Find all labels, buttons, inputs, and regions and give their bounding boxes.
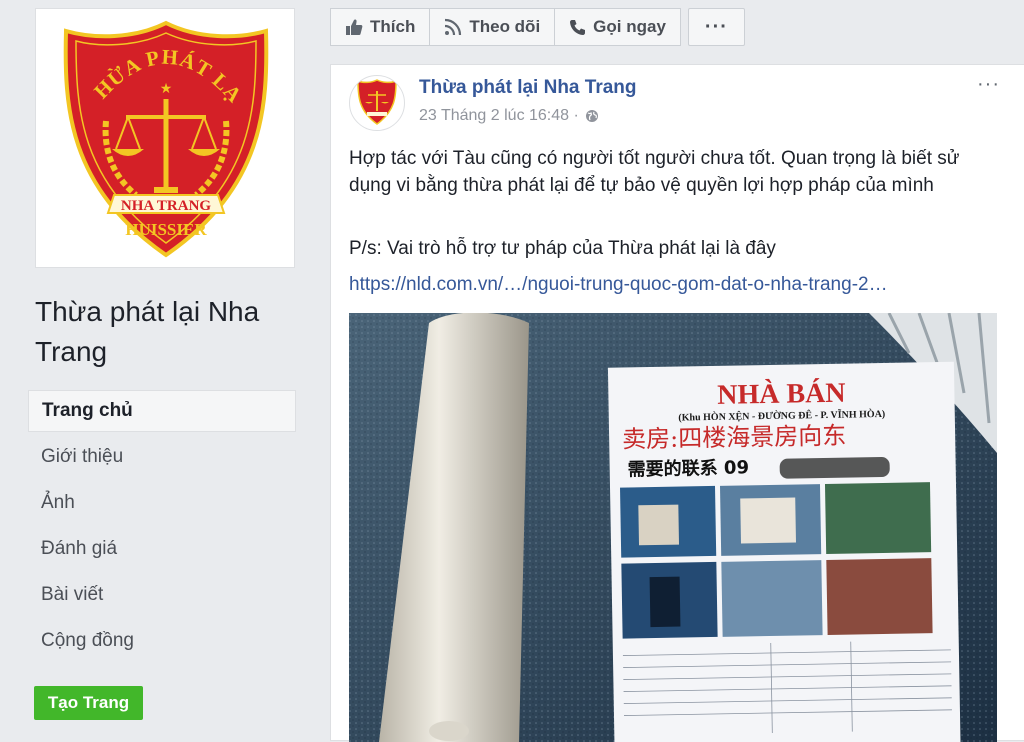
page-title[interactable]: Thừa phát lại Nha Trang [35, 292, 295, 372]
follow-label: Theo dõi [469, 17, 541, 36]
page-profile-picture[interactable]: THỪA PHÁT LẠI ★ NHA TRANG HUISSIER [35, 8, 295, 268]
page-action-bar: Thích Theo dõi Gọi ngay ··· [330, 8, 745, 46]
post-options-button[interactable]: ··· [977, 73, 1000, 96]
post-text-ps: P/s: Vai trò hỗ trợ tư pháp của Thừa phá… [349, 238, 776, 259]
flyer-chinese-title: 卖房:四楼海景房向东 [622, 422, 847, 454]
shield-logo-icon [357, 79, 397, 125]
sidebar-nav: Trang chủ Giới thiệu Ảnh Đánh giá Bài vi… [28, 390, 296, 666]
column-gutter [312, 0, 330, 741]
post-link[interactable]: https://nld.com.vn/…/nguoi-trung-quoc-go… [349, 271, 888, 298]
logo-ribbon-text: NHA TRANG [121, 198, 211, 214]
post-meta: 23 Tháng 2 lúc 16:48 · [419, 107, 599, 125]
logo-bottom-text: HUISSIER [125, 220, 207, 239]
post-author-name[interactable]: Thừa phát lại Nha Trang [419, 77, 637, 99]
follow-button[interactable]: Theo dõi [429, 8, 556, 46]
sidebar-item-community[interactable]: Cộng đồng [28, 620, 296, 666]
flyer-title: NHÀ BÁN [717, 378, 846, 411]
like-button[interactable]: Thích [330, 8, 431, 46]
rss-icon [444, 18, 462, 36]
photo-image: NHÀ BÁN (Khu HÒN XỆN - ĐƯỜNG ĐÊ - P. VĨN… [349, 313, 997, 742]
sidebar-item-posts[interactable]: Bài viết [28, 574, 296, 620]
sidebar-item-reviews[interactable]: Đánh giá [28, 528, 296, 574]
globe-icon [585, 109, 599, 123]
sidebar-item-about[interactable]: Giới thiệu [28, 436, 296, 482]
sidebar-item-home[interactable]: Trang chủ [28, 390, 296, 432]
phone-icon [569, 19, 586, 36]
post-timestamp[interactable]: 23 Tháng 2 lúc 16:48 · [419, 107, 579, 125]
create-page-button[interactable]: Tạo Trang [34, 686, 143, 720]
more-options-button[interactable]: ··· [687, 8, 745, 46]
call-label: Gọi ngay [593, 17, 666, 36]
call-now-button[interactable]: Gọi ngay [554, 8, 681, 46]
flyer-contact: 需要的联系 09 [628, 456, 750, 480]
left-sidebar: THỪA PHÁT LẠI ★ NHA TRANG HUISSIER Thừa … [0, 0, 312, 741]
sidebar-item-photos[interactable]: Ảnh [28, 482, 296, 528]
svg-text:★: ★ [160, 80, 173, 96]
thumbs-up-icon [345, 18, 363, 36]
post-text: Hợp tác với Tàu cũng có người tốt người … [349, 148, 960, 196]
post-author-avatar[interactable] [349, 75, 405, 131]
post-photo[interactable]: NHÀ BÁN (Khu HÒN XỆN - ĐƯỜNG ĐÊ - P. VĨN… [349, 313, 997, 742]
post-card: Thừa phát lại Nha Trang 23 Tháng 2 lúc 1… [330, 64, 1024, 742]
like-label: Thích [370, 17, 416, 36]
shield-logo-icon: THỪA PHÁT LẠI ★ NHA TRANG HUISSIER [58, 17, 269, 258]
